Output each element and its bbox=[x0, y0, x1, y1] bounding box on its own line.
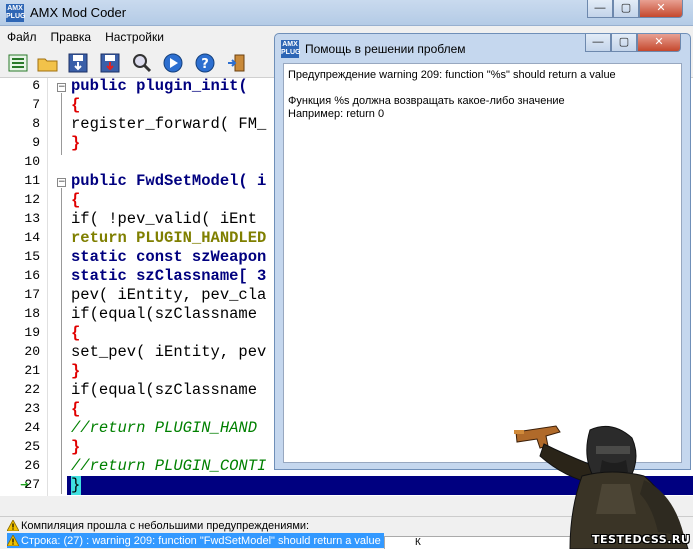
line-number: 24 bbox=[24, 420, 40, 435]
dialog-description-text: Функция %s должна возвращать какое-либо … bbox=[288, 95, 565, 107]
code-line[interactable]: if(equal(szClassname bbox=[71, 381, 257, 400]
title-bar[interactable]: AMX PLUG AMX Mod Coder — ▢ ✕ bbox=[0, 0, 693, 26]
code-line[interactable]: { bbox=[71, 96, 80, 115]
line-number: 14 bbox=[24, 230, 40, 245]
output-warning-text: Строка: (27) : warning 209: function "Fw… bbox=[21, 534, 381, 547]
line-number: 16 bbox=[24, 268, 40, 283]
code-line[interactable]: return PLUGIN_HANDLED bbox=[71, 229, 266, 248]
code-line[interactable]: if( !pev_valid( iEnt bbox=[71, 210, 257, 229]
dialog-title: Помощь в решении проблем bbox=[305, 42, 466, 56]
menu-file[interactable]: Файл bbox=[0, 27, 44, 47]
line-number: 21 bbox=[24, 363, 40, 378]
compile-play-icon bbox=[163, 53, 183, 73]
line-number: 11 bbox=[24, 173, 40, 188]
line-number: 22 bbox=[24, 382, 40, 397]
code-line[interactable]: public FwdSetModel( i bbox=[71, 172, 266, 191]
line-number: 10 bbox=[24, 154, 40, 169]
app-logo-icon: AMX PLUG bbox=[6, 4, 26, 22]
line-number: 19 bbox=[24, 325, 40, 340]
line-number: 23 bbox=[24, 401, 40, 416]
find-button[interactable] bbox=[130, 52, 154, 74]
save-icon bbox=[68, 53, 88, 73]
watermark-text: TESTEDCSS.RU bbox=[592, 533, 691, 546]
code-line[interactable]: } bbox=[71, 476, 80, 495]
line-number: 27 bbox=[24, 477, 40, 492]
line-number: 9 bbox=[32, 135, 40, 150]
code-line[interactable]: } bbox=[71, 362, 80, 381]
dialog-warning-text: Предупреждение warning 209: function "%s… bbox=[288, 69, 616, 81]
output-summary-text: Компиляция прошла с небольшими предупреж… bbox=[21, 519, 310, 532]
output-line[interactable]: Компиляция прошла с небольшими предупреж… bbox=[7, 518, 309, 533]
line-number: 18 bbox=[24, 306, 40, 321]
fold-guide bbox=[61, 188, 62, 494]
dialog-logo-icon: AMX PLUG bbox=[281, 40, 301, 58]
exit-button[interactable] bbox=[224, 52, 248, 74]
soldier-illustration bbox=[514, 425, 689, 549]
open-folder-icon bbox=[37, 58, 58, 72]
fold-toggle-icon[interactable]: − bbox=[57, 178, 66, 187]
dialog-minimize-button[interactable]: — bbox=[585, 34, 611, 52]
menu-edit[interactable]: Правка bbox=[44, 27, 99, 47]
help-button[interactable]: ? bbox=[193, 52, 217, 74]
code-line[interactable]: pev( iEntity, pev_cla bbox=[71, 286, 266, 305]
fold-toggle-icon[interactable]: − bbox=[57, 83, 66, 92]
minimize-button[interactable]: — bbox=[587, 0, 613, 18]
compile-button[interactable] bbox=[161, 52, 185, 74]
code-line[interactable]: { bbox=[71, 191, 80, 210]
warning-icon bbox=[7, 535, 19, 546]
line-number: 7 bbox=[32, 97, 40, 112]
code-line[interactable]: { bbox=[71, 400, 80, 419]
close-button[interactable]: ✕ bbox=[639, 0, 683, 18]
fold-guide bbox=[61, 93, 62, 155]
help-dialog[interactable]: AMX PLUG Помощь в решении проблем — ▢ ✕ П… bbox=[274, 33, 691, 470]
line-number: 26 bbox=[24, 458, 40, 473]
code-line[interactable]: //return PLUGIN_HAND bbox=[71, 419, 257, 438]
exit-icon bbox=[228, 54, 245, 72]
menu-settings[interactable]: Настройки bbox=[98, 27, 171, 47]
line-number: 8 bbox=[32, 116, 40, 131]
code-line[interactable]: static const szWeapon bbox=[71, 248, 266, 267]
line-number: 17 bbox=[24, 287, 40, 302]
find-icon bbox=[133, 54, 152, 73]
save-button[interactable] bbox=[66, 52, 90, 74]
line-number: 12 bbox=[24, 192, 40, 207]
dialog-text-area[interactable]: Предупреждение warning 209: function "%s… bbox=[283, 63, 682, 463]
line-number: 20 bbox=[24, 344, 40, 359]
code-line[interactable]: public plugin_init( bbox=[71, 78, 248, 96]
save-as-icon bbox=[100, 53, 120, 73]
save-as-button[interactable] bbox=[98, 52, 122, 74]
output-line-selected[interactable]: Строка: (27) : warning 209: function "Fw… bbox=[7, 533, 384, 548]
line-number: 15 bbox=[24, 249, 40, 264]
code-line[interactable]: { bbox=[71, 324, 80, 343]
list-icon bbox=[8, 54, 28, 72]
code-line[interactable]: //return PLUGIN_CONTI bbox=[71, 457, 266, 476]
window-title: AMX Mod Coder bbox=[30, 5, 127, 20]
code-line[interactable]: static szClassname[ 3 bbox=[71, 267, 266, 286]
code-line[interactable]: if(equal(szClassname bbox=[71, 305, 257, 324]
code-line[interactable]: register_forward( FM_ bbox=[71, 115, 266, 134]
dialog-close-button[interactable]: ✕ bbox=[637, 34, 681, 52]
line-number: 25 bbox=[24, 439, 40, 454]
code-line[interactable]: } bbox=[71, 134, 80, 153]
help-icon: ? bbox=[195, 53, 215, 73]
dialog-maximize-button[interactable]: ▢ bbox=[611, 34, 637, 52]
code-line[interactable]: } bbox=[71, 438, 80, 457]
list-button[interactable] bbox=[6, 52, 30, 74]
code-line[interactable]: set_pev( iEntity, pev bbox=[71, 343, 266, 362]
warning-icon bbox=[7, 520, 19, 531]
maximize-button[interactable]: ▢ bbox=[613, 0, 639, 18]
dialog-example-text: Например: return 0 bbox=[288, 108, 385, 120]
line-number: 6 bbox=[32, 78, 40, 93]
open-button[interactable] bbox=[36, 52, 60, 74]
svg-text:?: ? bbox=[201, 57, 209, 72]
line-number: 13 bbox=[24, 211, 40, 226]
